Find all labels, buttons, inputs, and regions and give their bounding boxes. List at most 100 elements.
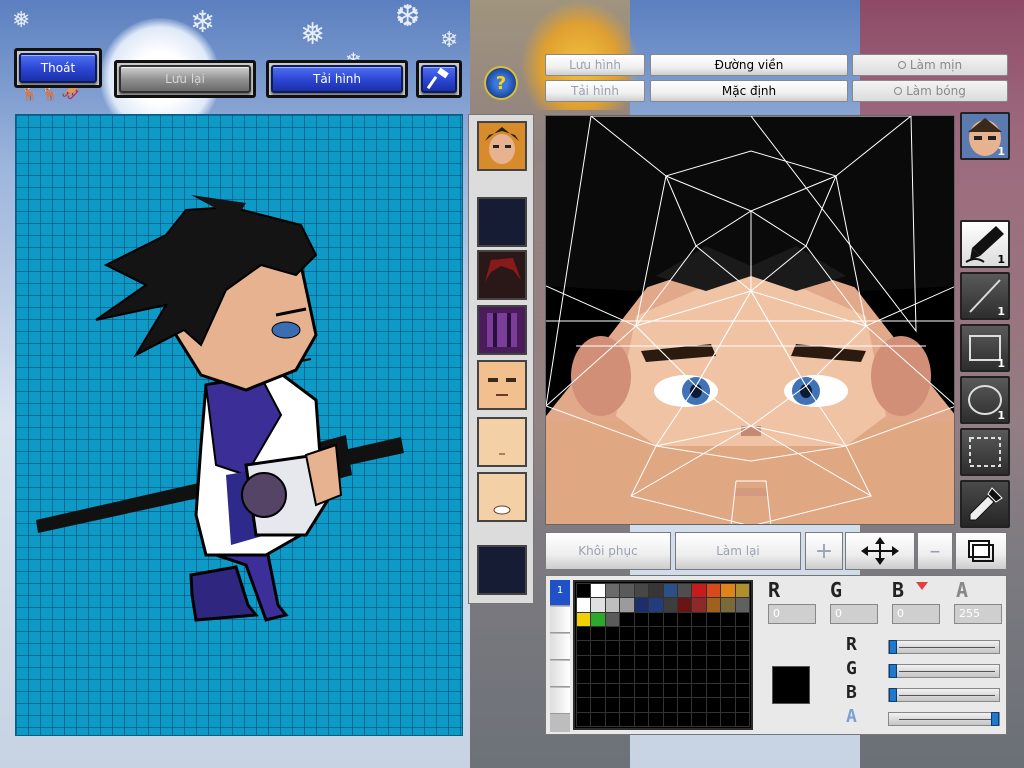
palette-cell[interactable] [691,597,707,613]
palette-cell[interactable] [590,668,606,685]
palette-cell[interactable] [604,611,621,627]
palette-tab-5[interactable] [550,688,570,714]
palette-cell[interactable] [734,582,751,599]
palette-cell[interactable] [734,654,751,670]
palette-cell[interactable] [590,654,606,670]
r-slider-thumb[interactable] [889,640,897,654]
palette-cell[interactable] [705,625,722,642]
palette-cell[interactable] [648,625,664,642]
palette-cell[interactable] [720,668,736,685]
palette-cell[interactable] [662,640,678,656]
palette-cell[interactable] [619,668,635,685]
palette-cell[interactable] [575,625,592,642]
layer-button[interactable] [955,532,1007,570]
g-value-field[interactable]: 0 [830,604,878,624]
palette-cell[interactable] [590,625,606,642]
restore-button[interactable]: Khôi phục [545,532,671,570]
palette-cell[interactable] [705,654,722,670]
palette-cell[interactable] [619,711,635,728]
palette-cell[interactable] [705,683,722,699]
palette-cell[interactable] [604,711,621,728]
palette-cell[interactable] [734,597,751,613]
palette-cell[interactable] [604,625,621,642]
palette-cell[interactable] [720,582,736,599]
palette-cell[interactable] [676,597,693,613]
palette-cell[interactable] [590,597,606,613]
palette-cell[interactable] [705,711,722,728]
a-value-field[interactable]: 255 [954,604,1002,624]
tool-ellipse[interactable]: 1 [960,376,1010,424]
palette-cell[interactable] [575,582,592,599]
palette-cell[interactable] [676,697,693,713]
palette-cell[interactable] [575,668,592,685]
palette-cell[interactable] [575,611,592,627]
palette-cell[interactable] [691,697,707,713]
palette-cell[interactable] [648,697,664,713]
palette-cell[interactable] [619,640,635,656]
part-slot-face-2[interactable] [477,417,527,467]
move-button[interactable] [845,532,915,570]
palette-cell[interactable] [705,597,722,613]
palette-cell[interactable] [676,683,693,699]
b-value-field[interactable]: 0 [892,604,940,624]
part-slot-empty[interactable] [477,545,527,595]
palette-cell[interactable] [676,711,693,728]
palette-cell[interactable] [720,697,736,713]
default-button[interactable]: Mặc định [650,80,848,102]
palette-cell[interactable] [720,711,736,728]
palette-cell[interactable] [691,640,707,656]
g-slider-thumb[interactable] [889,664,897,678]
redo-button[interactable]: Làm lại [675,532,801,570]
palette-cell[interactable] [662,611,678,627]
palette-cell[interactable] [633,683,650,699]
palette-cell[interactable] [633,582,650,599]
palette-cell[interactable] [662,625,678,642]
palette-cell[interactable] [604,683,621,699]
palette-cell[interactable] [633,668,650,685]
palette-cell[interactable] [734,625,751,642]
palette-cell[interactable] [662,597,678,613]
palette-cell[interactable] [648,640,664,656]
palette-cell[interactable] [648,668,664,685]
palette-cell[interactable] [676,582,693,599]
palette-tab-2[interactable] [550,607,570,633]
palette-cell[interactable] [633,654,650,670]
r-value-field[interactable]: 0 [768,604,816,624]
part-slot-head[interactable] [477,121,527,171]
palette-cell[interactable] [676,640,693,656]
palette-cell[interactable] [676,625,693,642]
palette-cell[interactable] [662,582,678,599]
palette-cell[interactable] [604,640,621,656]
palette-cell[interactable] [705,697,722,713]
palette-cell[interactable] [662,711,678,728]
palette-tab-3[interactable] [550,634,570,660]
palette-cell[interactable] [619,697,635,713]
palette-cell[interactable] [662,683,678,699]
part-slot-body[interactable] [477,305,527,355]
palette-cell[interactable] [691,668,707,685]
palette-cell[interactable] [720,625,736,642]
tool-face-preview[interactable]: 1 [960,112,1010,160]
palette-cell[interactable] [720,597,736,613]
palette-cell[interactable] [691,654,707,670]
palette-cell[interactable] [662,654,678,670]
a-slider-thumb[interactable] [991,712,999,726]
tool-eyedropper[interactable] [960,480,1010,528]
palette-cell[interactable] [648,683,664,699]
shine-button[interactable]: Làm bóng [852,80,1008,102]
outline-button[interactable]: Đường viền [650,54,848,76]
palette-cell[interactable] [619,611,635,627]
palette-cell[interactable] [676,668,693,685]
palette-cell[interactable] [633,597,650,613]
palette-cell[interactable] [676,654,693,670]
palette-cell[interactable] [705,611,722,627]
palette-cell[interactable] [691,625,707,642]
palette-cell[interactable] [590,611,606,627]
palette-cell[interactable] [590,640,606,656]
palette-cell[interactable] [648,654,664,670]
palette-cell[interactable] [720,640,736,656]
palette-cell[interactable] [734,697,751,713]
palette-cell[interactable] [648,711,664,728]
palette-cell[interactable] [648,611,664,627]
exit-button[interactable]: Thoát [19,53,97,83]
